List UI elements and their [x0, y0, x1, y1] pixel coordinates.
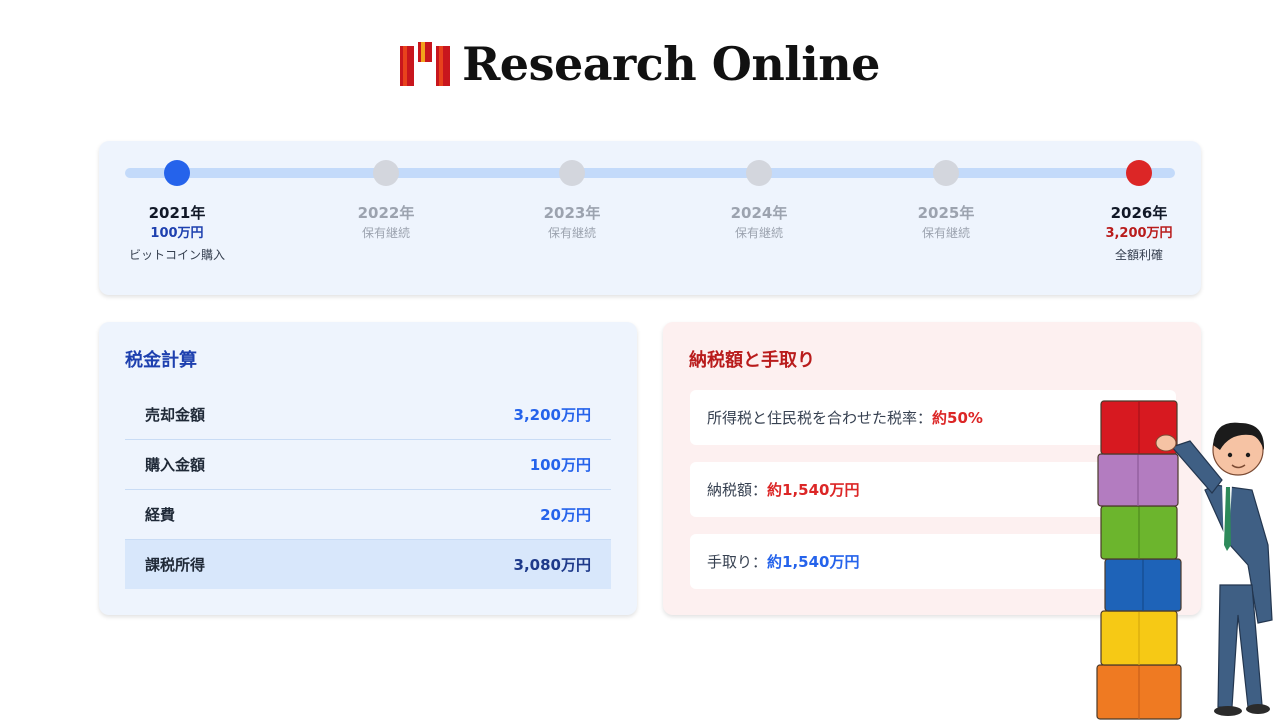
businessman-stacking-boxes-illustration [1096, 400, 1273, 720]
timeline-year: 2023年 [543, 204, 601, 222]
tax-row-value: 3,200万円 [513, 406, 591, 424]
net-item-value: 約1,540万円 [767, 553, 860, 571]
tax-table: 売却金額 3,200万円 購入金額 100万円 経費 20万円 課税所得 3,0… [125, 390, 611, 589]
timeline-year: 2022年 [357, 204, 415, 222]
net-item-label: 所得税と住民税を合わせた税率： [707, 409, 933, 427]
timeline-note: 保有継続 [547, 226, 596, 240]
timeline-year: 2026年 [1110, 204, 1168, 222]
timeline-amount: 3,200万円 [1105, 226, 1173, 241]
table-row: 売却金額 3,200万円 [125, 390, 611, 440]
timeline-track [125, 168, 1175, 178]
net-item-label: 納税額： [707, 481, 768, 499]
timeline-dot-start [164, 160, 190, 186]
timeline-dot [373, 160, 399, 186]
brand-name: Research Online [462, 37, 880, 91]
table-row: 購入金額 100万円 [125, 440, 611, 490]
table-row-highlight: 課税所得 3,080万円 [125, 540, 611, 589]
table-row: 経費 20万円 [125, 490, 611, 540]
tax-row-label: 売却金額 [145, 406, 206, 424]
timeline-dot [559, 160, 585, 186]
net-card-title: 納税額と手取り [689, 350, 815, 371]
tax-row-label: 課税所得 [145, 556, 206, 574]
timeline-card: 2021年 100万円 ビットコイン購入 2022年 保有継続 2023年 保有… [99, 141, 1201, 295]
tax-row-value: 20万円 [540, 506, 591, 524]
net-item-value: 約50% [932, 409, 983, 427]
brand-header: Research Online [0, 36, 1280, 92]
timeline-note: 保有継続 [734, 226, 783, 240]
timeline-dot [933, 160, 959, 186]
net-item-value: 約1,540万円 [767, 481, 860, 499]
net-item-label: 手取り： [707, 553, 768, 571]
tax-row-value: 100万円 [529, 456, 591, 474]
timeline-note: 保有継続 [361, 226, 410, 240]
tax-row-label: 購入金額 [145, 456, 206, 474]
tax-row-value: 3,080万円 [513, 556, 591, 574]
tax-card-title: 税金計算 [125, 350, 197, 371]
research-online-logo-icon [400, 42, 451, 86]
tax-row-label: 経費 [145, 506, 176, 524]
timeline-year: 2025年 [917, 204, 975, 222]
timeline-year: 2021年 [148, 204, 206, 222]
tax-calculation-card: 税金計算 売却金額 3,200万円 購入金額 100万円 経費 20万円 課税所… [99, 322, 637, 615]
timeline-note: 保有継続 [921, 226, 970, 240]
timeline-dot-end [1126, 160, 1152, 186]
timeline-year: 2024年 [730, 204, 788, 222]
timeline-amount: 100万円 [150, 226, 204, 241]
timeline-note: 全額利確 [1114, 248, 1163, 262]
timeline-note: ビットコイン購入 [128, 248, 225, 262]
timeline-dot [746, 160, 772, 186]
